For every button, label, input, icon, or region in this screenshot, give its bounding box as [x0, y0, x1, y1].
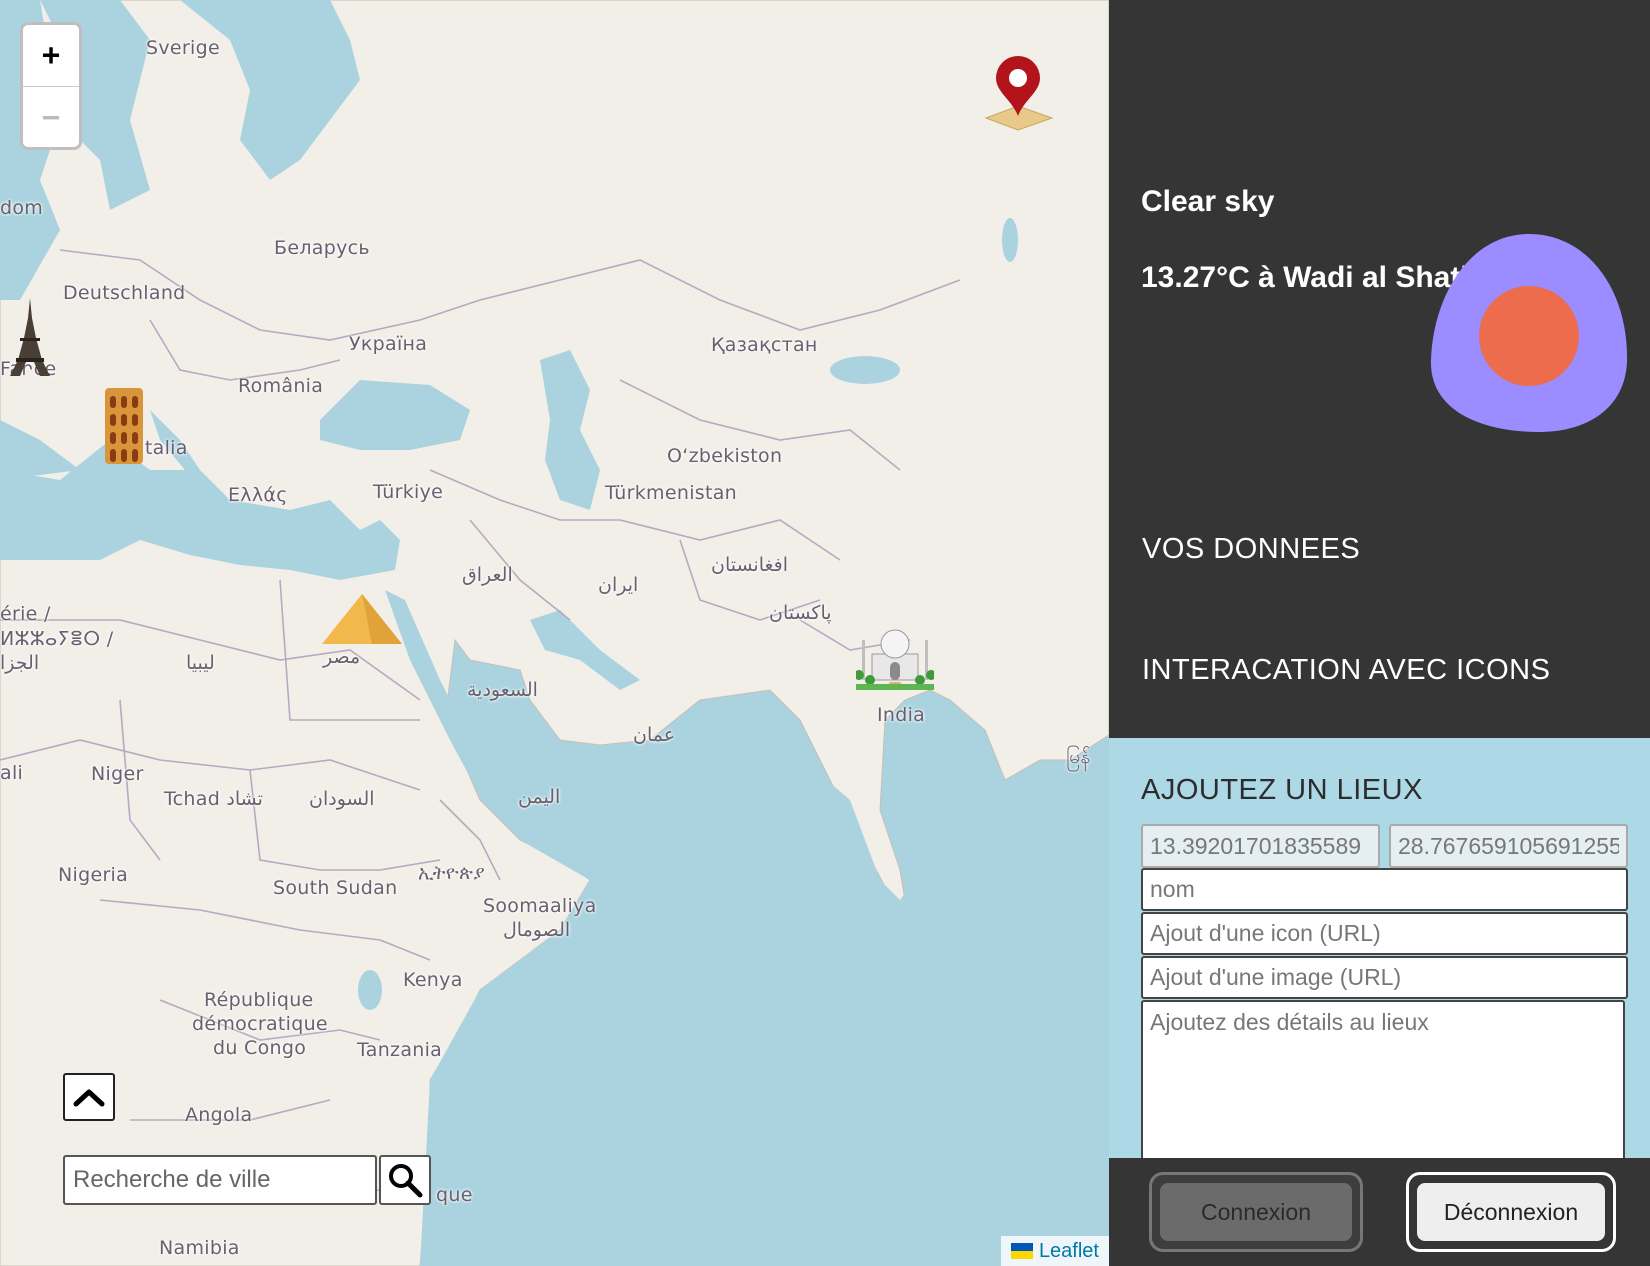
leaflet-link[interactable]: Leaflet	[1039, 1240, 1099, 1263]
map-label: Україна	[349, 333, 428, 355]
map-label: ليبيا	[186, 652, 215, 674]
connexion-label: Connexion	[1160, 1183, 1352, 1241]
map-label: မြန်	[1066, 746, 1091, 768]
map-label: ⵍⵣⵣⴰⵢⴻⵔ /	[0, 628, 114, 650]
zoom-control: + −	[20, 22, 82, 150]
map-label: que	[436, 1184, 473, 1206]
latitude-field[interactable]	[1141, 824, 1380, 868]
menu-interaction-icons[interactable]: INTERACATION AVEC ICONS	[1142, 654, 1550, 687]
map-label: Nigeria	[58, 864, 129, 886]
map-label: Қазақстан	[711, 334, 818, 356]
map-label: Soomaaliya	[483, 895, 597, 917]
add-place-title: AJOUTEZ UN LIEUX	[1141, 774, 1423, 806]
map-label: du Congo	[213, 1037, 307, 1059]
basemap	[0, 0, 1109, 1266]
taj-mahal-icon[interactable]	[856, 620, 934, 690]
map-label: Italia	[139, 437, 188, 459]
map-label: Ελλάς	[228, 484, 288, 506]
colosseum-icon[interactable]	[103, 386, 145, 466]
eiffel-tower-icon[interactable]	[8, 298, 52, 378]
map-label: République	[204, 989, 314, 1011]
map-label: Tanzania	[357, 1039, 443, 1061]
chevron-up-icon	[73, 1089, 105, 1107]
collapse-button[interactable]	[63, 1073, 115, 1121]
weather-description: Clear sky	[1141, 185, 1275, 218]
map-label: پاکستان	[769, 602, 832, 624]
map-label: مصر	[323, 646, 361, 668]
pyramid-icon[interactable]	[322, 594, 402, 646]
add-place-form: AJOUTEZ UN LIEUX	[1109, 738, 1650, 1158]
zoom-out-button[interactable]: −	[23, 86, 79, 147]
ukraine-flag-icon	[1010, 1243, 1033, 1259]
map-label: dom	[0, 197, 44, 219]
map-label: العراق	[462, 564, 513, 586]
map-attribution: Leaflet	[1000, 1236, 1109, 1266]
map-label: Namibia	[159, 1237, 240, 1259]
icon-url-field[interactable]	[1141, 912, 1628, 955]
map-label: Deutschland	[63, 282, 186, 304]
deconnexion-button[interactable]: Déconnexion	[1406, 1172, 1616, 1252]
connexion-button[interactable]: Connexion	[1149, 1172, 1363, 1252]
city-search-input[interactable]	[63, 1155, 377, 1205]
map-label: Беларусь	[274, 237, 370, 259]
menu-vos-donnees[interactable]: VOS DONNEES	[1142, 533, 1360, 566]
zoom-in-button[interactable]: +	[23, 25, 79, 86]
map-label: Niger	[91, 763, 144, 785]
map-label: Tchad تشاد	[164, 788, 263, 810]
details-textarea[interactable]	[1141, 1000, 1625, 1158]
map-label: South Sudan	[273, 877, 398, 899]
map-label: Angola	[185, 1104, 253, 1126]
map-label: الجزا	[0, 652, 40, 674]
place-name-field[interactable]	[1141, 868, 1628, 911]
clear-sky-icon	[1430, 234, 1628, 432]
auth-bar: Connexion Déconnexion	[1109, 1158, 1650, 1266]
map-label: O‘zbekiston	[667, 445, 783, 467]
map-label: السعودية	[467, 679, 538, 701]
map-label: Sverige	[146, 37, 220, 59]
deconnexion-label: Déconnexion	[1417, 1183, 1605, 1241]
search-button[interactable]	[379, 1155, 431, 1205]
map-label: India	[877, 704, 926, 726]
map-label: ایران	[598, 574, 639, 596]
longitude-field[interactable]	[1389, 824, 1628, 868]
map-label: السودان	[309, 788, 375, 810]
map-label: ኢትዮጵያ	[418, 862, 485, 884]
map-label: عمان	[633, 724, 676, 746]
map-label: الصومال	[503, 919, 571, 941]
image-url-field[interactable]	[1141, 956, 1628, 999]
weather-temperature: 13.27°C à Wadi al Shatii	[1141, 261, 1478, 294]
map-label: érie /	[0, 603, 51, 625]
search-icon	[389, 1164, 423, 1198]
side-panel: Clear sky 13.27°C à Wadi al Shatii VOS D…	[1109, 0, 1650, 1266]
map-label: ali	[0, 762, 24, 784]
map-label: Kenya	[403, 969, 463, 991]
map-label: démocratique	[192, 1013, 328, 1035]
map-label: Türkiye	[373, 481, 444, 503]
map-label: اليمن	[518, 786, 561, 808]
map-label: Türkmenistan	[605, 482, 738, 504]
location-pin-icon[interactable]	[982, 56, 1054, 132]
map-label: România	[238, 375, 324, 397]
map[interactable]: Sverige dom Беларусь Deutschland Україна…	[0, 0, 1109, 1266]
map-label: افغانستان	[711, 554, 789, 576]
